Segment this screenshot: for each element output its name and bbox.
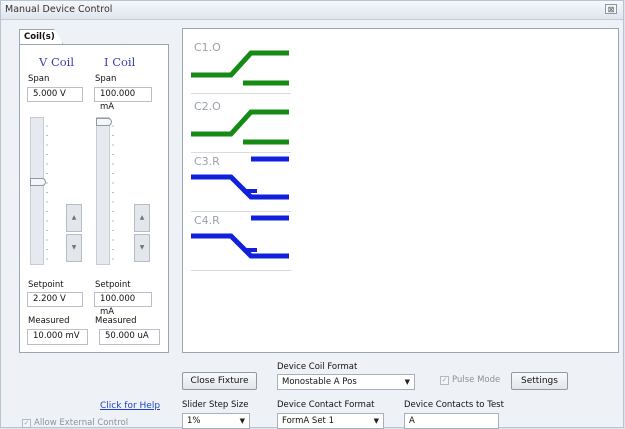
v-slider-thumb[interactable] [30, 178, 46, 186]
contact-diagram: C2.O [191, 94, 291, 153]
tab-coils[interactable]: Coil(s) [19, 29, 63, 44]
contact-format-label: Device Contact Format [277, 400, 375, 410]
contact-line [191, 174, 289, 200]
v-slider-ticks [46, 117, 52, 265]
i-setpoint-input[interactable]: 100.000 mA [94, 292, 152, 317]
contact-line [191, 233, 289, 259]
chevron-up-icon: ▲ [71, 214, 77, 221]
manual-device-control-window: Manual Device Control ⊠ Coil(s) V Coil I… [0, 0, 624, 429]
v-setpoint-label: Setpoint [28, 280, 64, 290]
i-measured-value: 50.000 uA [99, 329, 160, 345]
allow-external-label: Allow External Control [34, 418, 129, 428]
v-step-up-button[interactable]: ▲ [66, 204, 82, 232]
contact-label: C2.O [194, 100, 221, 113]
step-size-label: Slider Step Size [182, 400, 249, 410]
close-fixture-button[interactable]: Close Fixture [182, 372, 257, 390]
coil-format-select[interactable]: Monostable A Pos ▼ [277, 374, 415, 390]
close-icon[interactable]: ⊠ [605, 4, 617, 14]
settings-button[interactable]: Settings [511, 372, 568, 390]
i-setpoint-label: Setpoint [95, 280, 131, 290]
contact-line [191, 109, 289, 137]
step-size-select[interactable]: 1% ▼ [182, 413, 250, 429]
i-span-label: Span [95, 74, 117, 84]
v-step-down-button[interactable]: ▼ [66, 234, 82, 262]
coil-panel: V Coil I Coil Span Span 5.000 V 100.000 … [19, 44, 169, 353]
i-slider-ticks [112, 117, 118, 265]
i-step-up-button[interactable]: ▲ [134, 204, 150, 232]
chevron-down-icon: ▼ [71, 244, 77, 251]
v-span-input[interactable]: 5.000 V [27, 87, 83, 102]
pulse-mode-label: Pulse Mode [452, 375, 501, 385]
contact-format-select[interactable]: FormA Set 1 ▼ [277, 413, 384, 429]
chevron-up-icon: ▲ [139, 214, 145, 221]
contact-diagram: C1.O [191, 35, 291, 94]
coil-format-label: Device Coil Format [277, 362, 358, 372]
pulse-mode-checkbox[interactable]: ✓ [440, 376, 449, 385]
dropdown-arrow-icon: ▼ [404, 378, 410, 386]
contact-display: C1.O C2.O C3.R C4.R [182, 28, 619, 353]
i-slider-thumb[interactable] [96, 118, 112, 126]
i-step-down-button[interactable]: ▼ [134, 234, 150, 262]
contact-format-value: FormA Set 1 [282, 416, 334, 426]
i-measured-label: Measured [95, 316, 137, 326]
dropdown-arrow-icon: ▼ [373, 417, 379, 425]
contact-label: C4.R [194, 214, 220, 227]
v-setpoint-input[interactable]: 2.200 V [27, 292, 83, 307]
contacts-to-test-input[interactable]: A [404, 413, 499, 429]
v-span-label: Span [28, 74, 50, 84]
help-link[interactable]: Click for Help [100, 401, 160, 411]
contact-line [191, 50, 289, 78]
i-coil-slider[interactable] [96, 117, 112, 265]
window-title: Manual Device Control [5, 4, 113, 15]
contact-diagram: C3.R [191, 153, 291, 212]
contact-label: C1.O [194, 41, 221, 54]
i-coil-heading: I Coil [104, 55, 136, 69]
contact-diagram: C4.R [191, 212, 291, 271]
step-size-value: 1% [187, 416, 201, 426]
chevron-down-icon: ▼ [139, 244, 145, 251]
v-coil-slider[interactable] [30, 117, 46, 265]
contact-label: C3.R [194, 155, 220, 168]
i-span-input[interactable]: 100.000 mA [94, 87, 152, 112]
allow-external-checkbox[interactable]: ✓ [22, 419, 31, 428]
dropdown-arrow-icon: ▼ [239, 417, 245, 425]
title-bar: Manual Device Control ⊠ [1, 1, 623, 20]
coil-format-value: Monostable A Pos [282, 377, 357, 387]
v-measured-value: 10.000 mV [27, 329, 88, 345]
v-measured-label: Measured [28, 316, 70, 326]
v-coil-heading: V Coil [39, 55, 75, 69]
contacts-to-test-label: Device Contacts to Test [404, 400, 504, 410]
